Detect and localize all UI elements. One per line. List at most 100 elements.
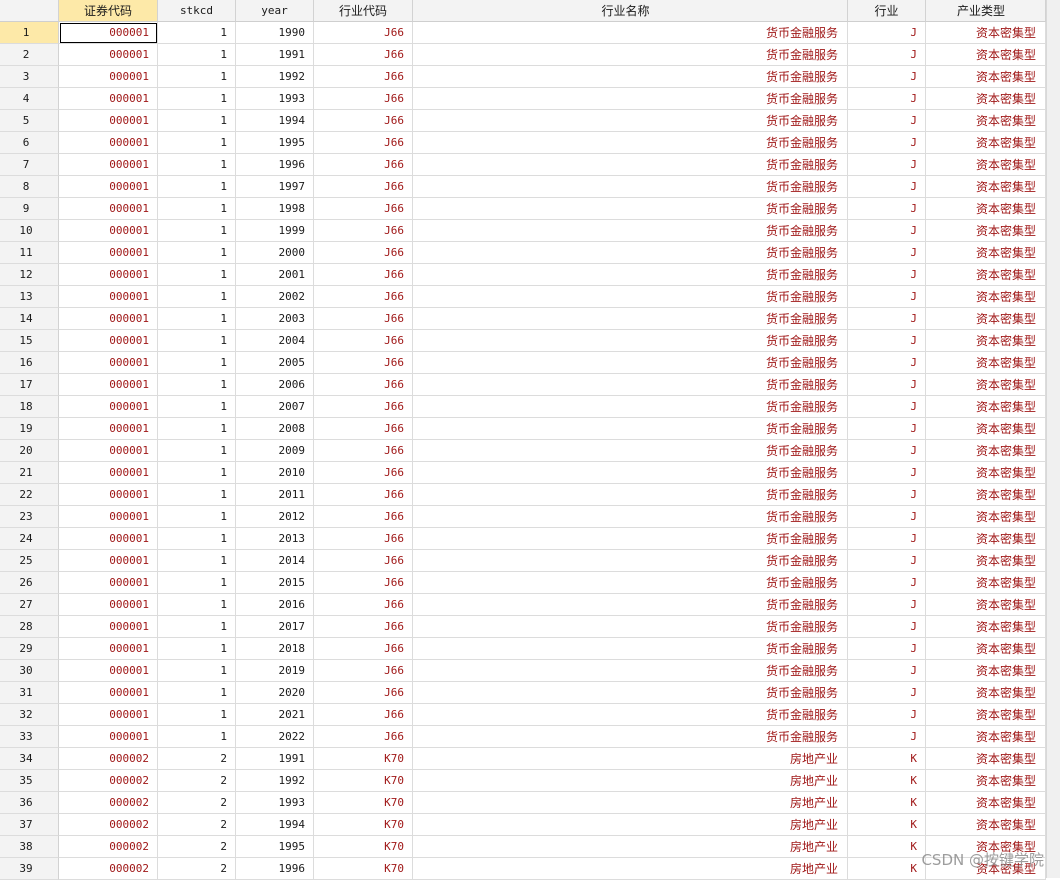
cell-证券代码[interactable]: 000001 [59, 682, 158, 704]
cell-证券代码[interactable]: 000001 [59, 704, 158, 726]
cell-行业[interactable]: J [848, 176, 926, 198]
cell-产业类型[interactable]: 资本密集型 [926, 242, 1046, 264]
cell-stkcd[interactable]: 1 [158, 264, 236, 286]
cell-产业类型[interactable]: 资本密集型 [926, 22, 1046, 44]
row-number[interactable]: 12 [0, 264, 59, 286]
cell-行业名称[interactable]: 货币金融服务 [413, 572, 848, 594]
cell-stkcd[interactable]: 1 [158, 396, 236, 418]
column-header-行业[interactable]: 行业 [848, 0, 926, 22]
cell-行业代码[interactable]: K70 [314, 792, 413, 814]
cell-行业名称[interactable]: 房地产业 [413, 792, 848, 814]
cell-行业名称[interactable]: 货币金融服务 [413, 88, 848, 110]
cell-证券代码[interactable]: 000001 [59, 286, 158, 308]
cell-year[interactable]: 2001 [236, 264, 314, 286]
cell-year[interactable]: 1992 [236, 770, 314, 792]
cell-stkcd[interactable]: 2 [158, 748, 236, 770]
cell-证券代码[interactable]: 000001 [59, 198, 158, 220]
cell-year[interactable]: 2017 [236, 616, 314, 638]
cell-行业名称[interactable]: 货币金融服务 [413, 176, 848, 198]
cell-产业类型[interactable]: 资本密集型 [926, 88, 1046, 110]
cell-year[interactable]: 2022 [236, 726, 314, 748]
cell-行业代码[interactable]: J66 [314, 616, 413, 638]
cell-stkcd[interactable]: 1 [158, 594, 236, 616]
cell-证券代码[interactable]: 000002 [59, 858, 158, 880]
cell-stkcd[interactable]: 1 [158, 484, 236, 506]
cell-stkcd[interactable]: 1 [158, 726, 236, 748]
cell-行业代码[interactable]: J66 [314, 308, 413, 330]
cell-行业名称[interactable]: 货币金融服务 [413, 220, 848, 242]
cell-行业名称[interactable]: 货币金融服务 [413, 242, 848, 264]
row-number[interactable]: 7 [0, 154, 59, 176]
cell-证券代码[interactable]: 000001 [59, 506, 158, 528]
cell-行业代码[interactable]: J66 [314, 88, 413, 110]
cell-行业代码[interactable]: J66 [314, 66, 413, 88]
cell-stkcd[interactable]: 1 [158, 550, 236, 572]
cell-行业[interactable]: K [848, 836, 926, 858]
row-number[interactable]: 37 [0, 814, 59, 836]
cell-行业代码[interactable]: K70 [314, 858, 413, 880]
cell-行业[interactable]: J [848, 286, 926, 308]
row-number[interactable]: 8 [0, 176, 59, 198]
row-number[interactable]: 29 [0, 638, 59, 660]
row-number[interactable]: 16 [0, 352, 59, 374]
cell-stkcd[interactable]: 1 [158, 682, 236, 704]
cell-行业[interactable]: J [848, 704, 926, 726]
cell-year[interactable]: 2006 [236, 374, 314, 396]
cell-行业[interactable]: J [848, 550, 926, 572]
cell-stkcd[interactable]: 1 [158, 660, 236, 682]
cell-行业名称[interactable]: 货币金融服务 [413, 110, 848, 132]
cell-行业[interactable]: J [848, 484, 926, 506]
cell-产业类型[interactable]: 资本密集型 [926, 154, 1046, 176]
cell-产业类型[interactable]: 资本密集型 [926, 308, 1046, 330]
cell-stkcd[interactable]: 1 [158, 286, 236, 308]
cell-证券代码[interactable]: 000002 [59, 748, 158, 770]
cell-行业代码[interactable]: J66 [314, 726, 413, 748]
cell-证券代码[interactable]: 000001 [59, 220, 158, 242]
column-header-year[interactable]: year [236, 0, 314, 22]
row-number[interactable]: 22 [0, 484, 59, 506]
cell-行业[interactable]: J [848, 638, 926, 660]
cell-行业名称[interactable]: 货币金融服务 [413, 528, 848, 550]
cell-year[interactable]: 2015 [236, 572, 314, 594]
cell-year[interactable]: 2009 [236, 440, 314, 462]
cell-year[interactable]: 2019 [236, 660, 314, 682]
row-number[interactable]: 18 [0, 396, 59, 418]
cell-行业[interactable]: J [848, 396, 926, 418]
cell-行业[interactable]: J [848, 88, 926, 110]
cell-行业[interactable]: J [848, 132, 926, 154]
column-header-行业名称[interactable]: 行业名称 [413, 0, 848, 22]
row-number[interactable]: 27 [0, 594, 59, 616]
cell-行业[interactable]: J [848, 154, 926, 176]
cell-行业[interactable]: J [848, 726, 926, 748]
cell-行业代码[interactable]: J66 [314, 528, 413, 550]
cell-行业代码[interactable]: J66 [314, 330, 413, 352]
cell-stkcd[interactable]: 1 [158, 616, 236, 638]
cell-行业代码[interactable]: J66 [314, 418, 413, 440]
cell-stkcd[interactable]: 1 [158, 374, 236, 396]
column-header-证券代码[interactable]: 证券代码 [59, 0, 158, 22]
cell-产业类型[interactable]: 资本密集型 [926, 572, 1046, 594]
cell-产业类型[interactable]: 资本密集型 [926, 682, 1046, 704]
cell-year[interactable]: 1994 [236, 110, 314, 132]
cell-行业[interactable]: J [848, 594, 926, 616]
cell-产业类型[interactable]: 资本密集型 [926, 198, 1046, 220]
cell-行业名称[interactable]: 货币金融服务 [413, 704, 848, 726]
cell-行业名称[interactable]: 货币金融服务 [413, 682, 848, 704]
cell-行业[interactable]: J [848, 220, 926, 242]
cell-证券代码[interactable]: 000002 [59, 770, 158, 792]
cell-产业类型[interactable]: 资本密集型 [926, 132, 1046, 154]
cell-产业类型[interactable]: 资本密集型 [926, 374, 1046, 396]
cell-行业[interactable]: J [848, 330, 926, 352]
cell-行业名称[interactable]: 房地产业 [413, 858, 848, 880]
row-number[interactable]: 15 [0, 330, 59, 352]
cell-行业代码[interactable]: K70 [314, 836, 413, 858]
cell-证券代码[interactable]: 000001 [59, 22, 158, 44]
cell-行业名称[interactable]: 货币金融服务 [413, 132, 848, 154]
cell-产业类型[interactable]: 资本密集型 [926, 418, 1046, 440]
row-number[interactable]: 28 [0, 616, 59, 638]
cell-行业[interactable]: K [848, 748, 926, 770]
cell-year[interactable]: 2018 [236, 638, 314, 660]
cell-year[interactable]: 2005 [236, 352, 314, 374]
cell-产业类型[interactable]: 资本密集型 [926, 638, 1046, 660]
row-number[interactable]: 21 [0, 462, 59, 484]
